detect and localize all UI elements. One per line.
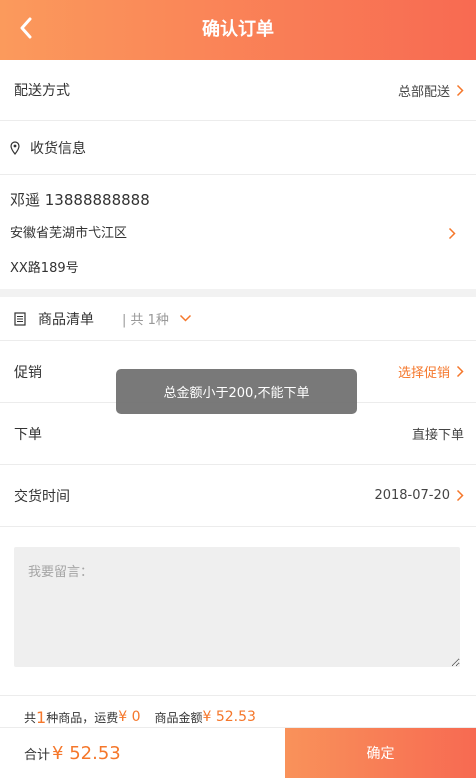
summary-goods-suffix: 种商品，运费 — [46, 710, 119, 725]
address-section-header: 收货信息 — [0, 121, 476, 175]
page-title: 确认订单 — [202, 19, 274, 40]
delivery-method-label: 配送方式 — [14, 83, 70, 99]
delivery-method-row[interactable]: 配送方式 总部配送 — [0, 60, 476, 121]
summary-amount: ¥ 52.53 — [202, 709, 256, 725]
top-bar: 确认订单 — [0, 0, 476, 60]
goods-list-row[interactable]: 商品清单 | 共 1种 — [0, 297, 476, 341]
promotion-value: 选择促销 — [397, 366, 450, 381]
remark-textarea[interactable] — [14, 547, 460, 667]
section-divider — [0, 289, 476, 297]
order-type-label: 下单 — [14, 426, 42, 443]
address-line-2: XX路189号 — [10, 261, 79, 276]
total-label: 合计 — [24, 747, 51, 763]
goods-list-label: 商品清单 — [38, 311, 94, 328]
list-document-icon — [14, 311, 26, 326]
chevron-down-icon[interactable] — [179, 311, 192, 326]
delivery-method-value: 总部配送 — [397, 84, 450, 100]
confirm-button[interactable]: 确定 — [285, 728, 476, 778]
address-line-1: 安徽省芜湖市弋江区 — [10, 226, 128, 241]
delivery-time-row[interactable]: 交货时间 2018-07-20 — [0, 465, 476, 527]
summary-goods-count: 1 — [36, 707, 47, 727]
remark-section — [0, 527, 476, 696]
delivery-time-label: 交货时间 — [14, 488, 70, 505]
delivery-time-value: 2018-07-20 — [374, 488, 450, 503]
total-amount: ¥ 52.53 — [52, 742, 121, 764]
summary-shipping: ¥ 0 — [118, 709, 141, 725]
promotion-label: 促销 — [14, 364, 42, 381]
summary-prefix: 共 — [24, 710, 37, 725]
summary-amount-label: 商品金额 — [154, 710, 203, 725]
chevron-right-icon — [456, 365, 464, 378]
address-section-label: 收货信息 — [30, 140, 86, 157]
recipient-name-phone: 邓遥 13888888888 — [10, 191, 150, 209]
chevron-right-icon — [448, 227, 456, 240]
chevron-right-icon — [456, 84, 464, 97]
order-total: 合计 ¥ 52.53 — [0, 728, 285, 778]
location-pin-icon — [10, 140, 20, 155]
address-card[interactable]: 邓遥 13888888888 安徽省芜湖市弋江区 XX路189号 — [0, 175, 476, 289]
chevron-right-icon — [456, 489, 464, 502]
toast-message: 总金额小于200,不能下单 — [116, 369, 357, 414]
goods-count: | 共 1种 — [122, 313, 169, 328]
order-type-value: 直接下单 — [411, 428, 464, 443]
bottom-bar: 合计 ¥ 52.53 确定 — [0, 727, 476, 778]
